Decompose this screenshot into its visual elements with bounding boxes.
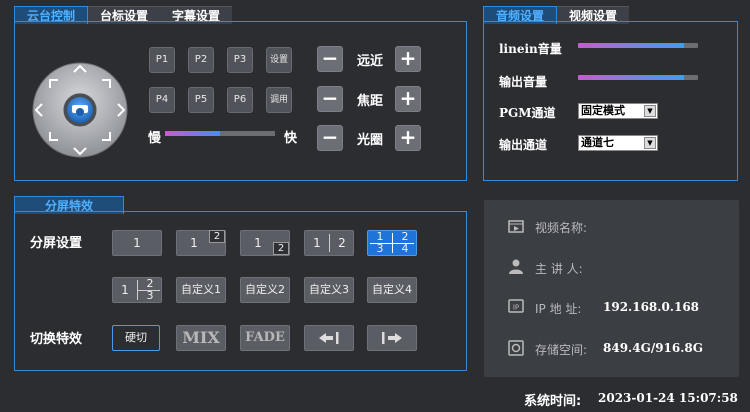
video-icon: [508, 218, 524, 238]
linein-volume-label: linein音量: [499, 42, 562, 56]
layout-triple-button[interactable]: 1 2 3: [112, 277, 162, 303]
layout-cell: 1: [121, 283, 129, 297]
custom-layout-4-button[interactable]: 自定义4: [367, 277, 417, 303]
zoom-label: 远近: [357, 54, 384, 69]
hard-cut-button[interactable]: 硬切: [112, 325, 160, 351]
layout-pip-top-button[interactable]: 1 2: [176, 230, 226, 256]
system-time-value: 2023-01-24 15:07:58: [598, 391, 738, 405]
storage-icon: [508, 340, 524, 360]
pgm-channel-value: 固定模式: [581, 104, 625, 117]
linein-volume-fill: [578, 43, 684, 48]
arrow-left-bar-icon: [319, 332, 339, 344]
video-name-label: 视频名称:: [535, 221, 588, 235]
focus-plus-button[interactable]: +: [395, 86, 421, 112]
iris-label: 光圈: [357, 133, 384, 148]
layout-dual-button[interactable]: 1 2: [304, 230, 354, 256]
layout-cell: 3: [146, 289, 154, 302]
fast-label: 快: [284, 131, 298, 146]
preset-p6-button[interactable]: P6: [227, 87, 253, 113]
layout-cell: 2: [273, 242, 289, 255]
dropdown-arrow-icon: ▼: [644, 137, 656, 149]
layout-cell: 1: [313, 236, 321, 250]
output-volume-fill: [578, 75, 684, 80]
pgm-channel-label: PGM通道: [499, 106, 556, 120]
linein-volume-slider[interactable]: [578, 43, 698, 48]
layout-cell: 1: [254, 236, 262, 250]
preset-p5-button[interactable]: P5: [188, 87, 214, 113]
layout-pip-bottom-button[interactable]: 1 2: [240, 230, 290, 256]
dropdown-arrow-icon: ▼: [644, 105, 656, 117]
iris-minus-button[interactable]: −: [317, 125, 343, 151]
ptz-joystick[interactable]: [32, 62, 128, 158]
output-channel-value: 通道七: [581, 136, 614, 149]
output-volume-slider[interactable]: [578, 75, 698, 80]
layout-cell: 4: [401, 242, 409, 255]
mix-effect-button[interactable]: MIX: [176, 325, 226, 351]
speed-slider[interactable]: [165, 131, 275, 136]
storage-label: 存储空间:: [535, 343, 588, 357]
preset-p2-button[interactable]: P2: [188, 47, 214, 73]
layout-single-button[interactable]: 1: [112, 230, 162, 256]
focus-minus-button[interactable]: −: [317, 86, 343, 112]
iris-plus-button[interactable]: +: [395, 125, 421, 151]
user-icon: [508, 258, 524, 278]
layout-cell: 1: [190, 236, 198, 250]
layout-cell: 2: [209, 230, 225, 243]
layout-cell: 3: [376, 242, 384, 255]
custom-layout-1-button[interactable]: 自定义1: [176, 277, 226, 303]
storage-value: 849.4G/916.8G: [603, 341, 704, 355]
output-channel-select[interactable]: 通道七 ▼: [578, 135, 658, 151]
focus-label: 焦距: [357, 94, 384, 109]
zoom-minus-button[interactable]: −: [317, 46, 343, 72]
preset-p1-button[interactable]: P1: [149, 47, 175, 73]
switch-effects-label: 切换特效: [30, 332, 83, 347]
preset-recall-button[interactable]: 调用: [266, 87, 292, 113]
preset-p3-button[interactable]: P3: [227, 47, 253, 73]
speaker-label: 主 讲 人:: [535, 262, 583, 276]
layout-cell: 1: [133, 236, 141, 250]
layout-quad-button[interactable]: 1 2 3 4: [367, 230, 417, 256]
bar-arrow-right-icon: [382, 332, 402, 344]
custom-layout-2-button[interactable]: 自定义2: [240, 277, 290, 303]
output-channel-label: 输出通道: [499, 138, 548, 152]
ip-icon: IP: [508, 299, 524, 319]
system-time-label: 系统时间:: [524, 394, 582, 409]
svg-text:IP: IP: [513, 304, 519, 312]
split-settings-label: 分屏设置: [30, 236, 83, 251]
wipe-left-button[interactable]: [304, 325, 354, 351]
fade-effect-button[interactable]: FADE: [240, 325, 290, 351]
wipe-right-button[interactable]: [367, 325, 417, 351]
custom-layout-3-button[interactable]: 自定义3: [304, 277, 354, 303]
preset-set-button[interactable]: 设置: [266, 47, 292, 73]
slow-label: 慢: [148, 131, 162, 146]
ip-address-label: IP 地 址:: [535, 302, 582, 316]
output-volume-label: 输出音量: [499, 75, 548, 89]
preset-p4-button[interactable]: P4: [149, 87, 175, 113]
zoom-plus-button[interactable]: +: [395, 46, 421, 72]
ip-address-value: 192.168.0.168: [603, 300, 700, 314]
layout-cell: 2: [338, 236, 346, 250]
pgm-channel-select[interactable]: 固定模式 ▼: [578, 103, 658, 119]
speed-slider-fill: [165, 131, 220, 136]
